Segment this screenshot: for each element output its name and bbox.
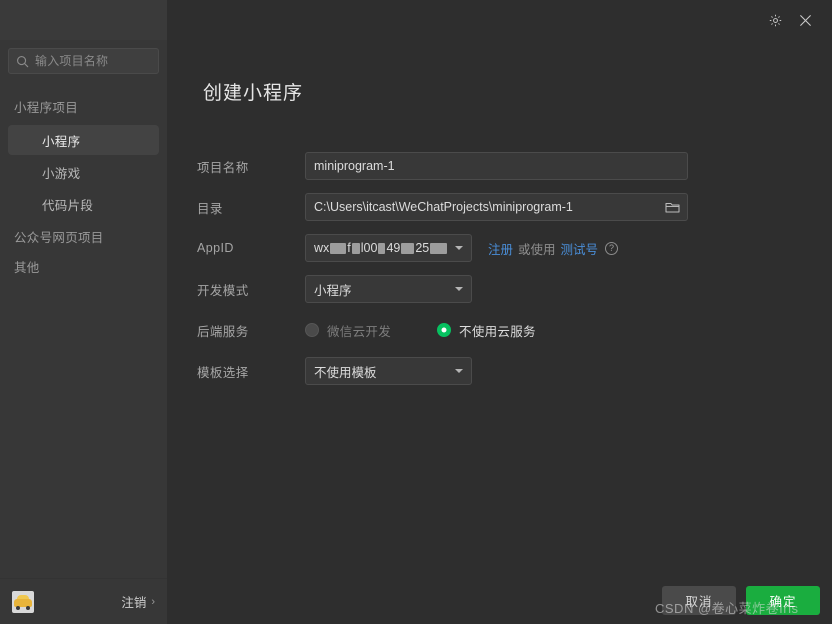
- radio-indicator-selected: [437, 323, 451, 337]
- appid-fragment-2: l00: [361, 241, 378, 255]
- sidebar-item-minigame[interactable]: 小游戏: [8, 157, 159, 187]
- gear-icon: [768, 13, 783, 28]
- chevron-down-icon: [455, 369, 463, 373]
- question-mark-icon[interactable]: ?: [605, 242, 618, 255]
- app-window: 输入项目名称 小程序项目 小程序 小游戏 代码片段 公众号网页项目 其他: [0, 0, 832, 624]
- search-icon: [16, 55, 29, 68]
- sidebar-item-other[interactable]: 其他: [0, 251, 167, 281]
- chevron-down-icon: [455, 246, 463, 250]
- label-directory: 目录: [197, 198, 305, 217]
- appid-fragment-3: 49: [386, 241, 400, 255]
- sidebar-item-label: 小程序: [42, 131, 80, 150]
- directory-input[interactable]: C:\Users\itcast\WeChatProjects\miniprogr…: [305, 193, 688, 221]
- sidebar-search-wrap: 输入项目名称: [0, 40, 167, 74]
- sidebar-item-label: 其他: [14, 257, 40, 276]
- form-row-dev-mode: 开发模式 小程序: [197, 274, 832, 304]
- close-icon: [797, 12, 814, 29]
- form-row-backend-service: 后端服务 微信云开发 不使用云服务: [197, 315, 832, 345]
- appid-fragment-1: f: [347, 241, 350, 255]
- main-panel: 创建小程序 项目名称 miniprogram-1 目录 C:\Users\itc…: [167, 0, 832, 624]
- label-backend-service: 后端服务: [197, 321, 305, 340]
- page-title: 创建小程序: [203, 78, 832, 105]
- confirm-button[interactable]: 确定: [746, 586, 820, 615]
- folder-icon: [665, 201, 680, 214]
- radio-no-cloud[interactable]: 不使用云服务: [437, 321, 536, 340]
- sidebar-item-miniprogram[interactable]: 小程序: [8, 125, 159, 155]
- or-use-label: 或使用: [518, 239, 556, 258]
- create-project-form: 项目名称 miniprogram-1 目录 C:\Users\itcast\We…: [197, 151, 832, 397]
- folder-browse-button[interactable]: [665, 201, 680, 214]
- dev-mode-value: 小程序: [314, 280, 352, 299]
- form-row-template: 模板选择 不使用模板: [197, 356, 832, 386]
- dev-mode-select[interactable]: 小程序: [305, 275, 472, 303]
- radio-indicator: [305, 323, 319, 337]
- sidebar-item-official-account-web[interactable]: 公众号网页项目: [0, 221, 167, 251]
- test-appid-link[interactable]: 测试号: [561, 239, 599, 258]
- appid-fragment-4: 25: [415, 241, 429, 255]
- form-row-appid: AppID wx f l00 49 25 注册 或使用 测试号 ?: [197, 233, 832, 263]
- cancel-button[interactable]: 取消: [662, 586, 736, 615]
- template-value: 不使用模板: [314, 362, 377, 381]
- sidebar-item-label: 公众号网页项目: [14, 227, 104, 246]
- avatar[interactable]: [12, 591, 34, 613]
- radio-label: 不使用云服务: [459, 321, 536, 340]
- appid-value: wx f l00 49 25: [314, 241, 448, 255]
- close-button[interactable]: [792, 7, 818, 33]
- backend-service-radio-group: 微信云开发 不使用云服务: [305, 321, 536, 340]
- project-name-value: miniprogram-1: [314, 159, 395, 173]
- form-row-project-name: 项目名称 miniprogram-1: [197, 151, 832, 181]
- project-name-input[interactable]: miniprogram-1: [305, 152, 688, 180]
- search-input[interactable]: 输入项目名称: [8, 48, 159, 74]
- register-link[interactable]: 注册: [488, 239, 513, 258]
- sidebar-titlebar: [0, 0, 167, 40]
- window-controls: [762, 0, 832, 40]
- label-project-name: 项目名称: [197, 157, 305, 176]
- label-dev-mode: 开发模式: [197, 280, 305, 299]
- sidebar-nav: 小程序项目 小程序 小游戏 代码片段 公众号网页项目 其他: [0, 90, 167, 578]
- label-appid: AppID: [197, 241, 305, 255]
- template-select[interactable]: 不使用模板: [305, 357, 472, 385]
- search-placeholder: 输入项目名称: [35, 55, 108, 67]
- directory-value: C:\Users\itcast\WeChatProjects\miniprogr…: [314, 200, 573, 214]
- form-row-directory: 目录 C:\Users\itcast\WeChatProjects\minipr…: [197, 192, 832, 222]
- logout-label: 注销: [121, 592, 146, 611]
- radio-wechat-cloud[interactable]: 微信云开发: [305, 321, 391, 340]
- sidebar-item-codesnippet[interactable]: 代码片段: [8, 189, 159, 219]
- sidebar-item-label: 代码片段: [42, 195, 93, 214]
- sidebar-item-label: 小游戏: [42, 163, 80, 182]
- sidebar-footer: 注销 ›: [0, 578, 167, 624]
- radio-label: 微信云开发: [327, 321, 391, 340]
- dialog-footer: 取消 确定: [167, 576, 832, 624]
- appid-prefix: wx: [314, 241, 329, 255]
- nav-group-title-miniprogram: 小程序项目: [0, 90, 167, 123]
- sidebar: 输入项目名称 小程序项目 小程序 小游戏 代码片段 公众号网页项目 其他: [0, 0, 167, 624]
- appid-links: 注册 或使用 测试号 ?: [488, 239, 618, 258]
- logout-button[interactable]: 注销 ›: [121, 592, 155, 611]
- chevron-down-icon: [455, 287, 463, 291]
- label-template: 模板选择: [197, 362, 305, 381]
- chevron-right-icon: ›: [151, 596, 155, 608]
- settings-button[interactable]: [762, 7, 788, 33]
- appid-select[interactable]: wx f l00 49 25: [305, 234, 472, 262]
